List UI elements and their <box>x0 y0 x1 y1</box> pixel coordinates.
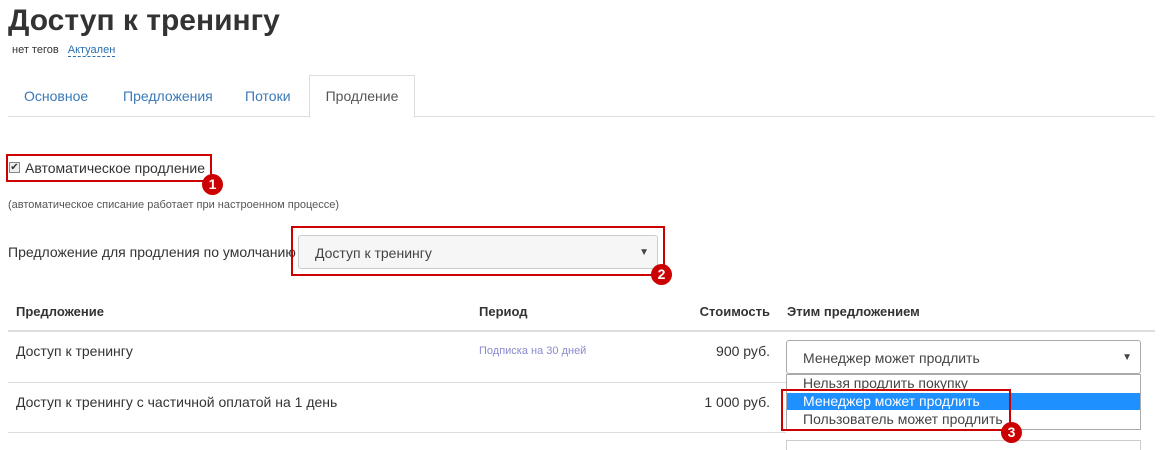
row-1-action-select[interactable]: Менеджер может продлить ▼ <box>786 340 1141 374</box>
default-offer-select[interactable]: Доступ к тренингу ▼ <box>298 235 658 269</box>
tab-renewal[interactable]: Продление <box>309 75 415 118</box>
row-1-action-value: Менеджер может продлить <box>803 350 980 366</box>
tabs-divider <box>8 116 1155 117</box>
column-header-offer: Предложение <box>16 304 104 319</box>
column-header-action: Этим предложением <box>787 304 920 319</box>
marker-1-badge: 1 <box>202 174 223 195</box>
row-2-action-select[interactable] <box>786 440 1141 450</box>
row-1-period: Подписка на 30 дней <box>479 345 587 357</box>
column-header-period: Период <box>479 304 528 319</box>
row-2-price: 1 000 руб. <box>704 394 770 410</box>
auto-renewal-checkbox[interactable]: ✔ <box>9 162 20 173</box>
no-tags-label: нет тегов <box>12 44 59 56</box>
table-header-divider <box>8 330 1155 332</box>
auto-renewal-hint: (автоматическое списание работает при на… <box>8 199 340 211</box>
auto-renewal-label: Автоматическое продление <box>25 160 205 176</box>
tags-row: нет тегов Актуален <box>12 44 116 57</box>
tab-streams[interactable]: Потоки <box>245 76 291 116</box>
status-link[interactable]: Актуален <box>67 44 116 57</box>
chevron-down-icon: ▼ <box>639 247 649 258</box>
column-header-price: Стоимость <box>699 304 770 319</box>
page-title: Доступ к тренингу <box>8 4 280 37</box>
default-offer-label: Предложение для продления по умолчанию <box>8 244 296 260</box>
marker-3-badge: 3 <box>1001 422 1022 443</box>
row-2-offer: Доступ к тренингу с частичной оплатой на… <box>16 394 338 410</box>
marker-2-badge: 2 <box>651 264 672 285</box>
chevron-down-icon: ▼ <box>1122 352 1132 363</box>
row-divider <box>8 382 786 383</box>
tab-basic[interactable]: Основное <box>24 76 88 116</box>
row-1-price: 900 руб. <box>716 343 770 359</box>
default-offer-value: Доступ к тренингу <box>315 245 432 261</box>
row-1-offer: Доступ к тренингу <box>16 343 133 359</box>
tab-offers[interactable]: Предложения <box>123 76 213 116</box>
highlight-box-dropdown <box>781 389 1011 431</box>
row-divider <box>8 432 786 433</box>
